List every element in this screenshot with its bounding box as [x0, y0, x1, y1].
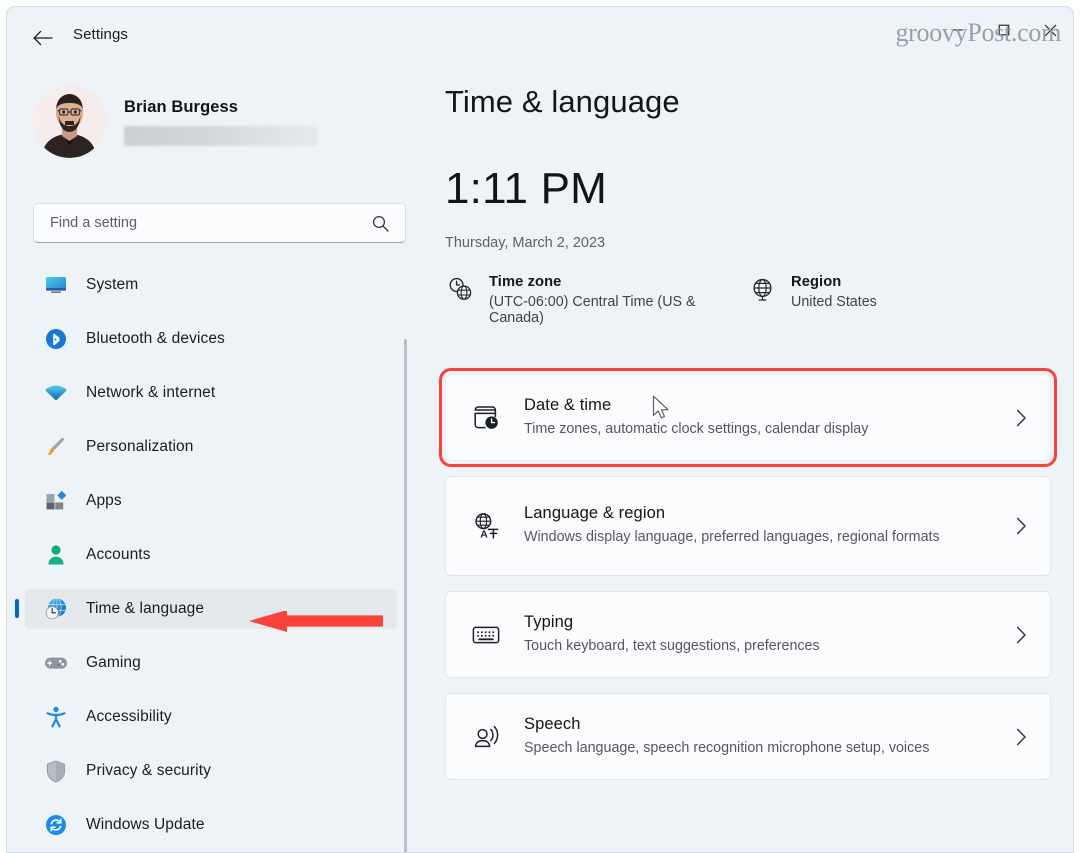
card-date-time[interactable]: Date & time Time zones, automatic clock … — [439, 368, 1057, 467]
settings-card-list: Date & time Time zones, automatic clock … — [439, 368, 1057, 795]
clock-globe-icon — [43, 597, 69, 621]
svg-text:A: A — [480, 529, 488, 540]
sidebar-item-accounts[interactable]: Accounts — [25, 535, 397, 575]
sidebar-item-label: Accounts — [86, 546, 151, 563]
settings-window: Settings groovyPost.com Brian Burgess Fi… — [6, 6, 1074, 853]
back-arrow-icon — [33, 30, 53, 46]
chevron-right-icon[interactable] — [1008, 517, 1034, 535]
bluetooth-icon — [43, 327, 69, 351]
maximize-button[interactable] — [981, 7, 1027, 53]
monitor-icon — [43, 273, 69, 297]
back-button[interactable] — [25, 21, 61, 55]
sidebar-item-label: Network & internet — [86, 384, 216, 401]
keyboard-icon — [470, 624, 502, 646]
close-button[interactable] — [1027, 7, 1073, 53]
summary-item-time-zone: Time zone (UTC-06:00) Central Time (US &… — [445, 274, 747, 326]
sidebar-item-label: System — [86, 276, 139, 293]
calendar-clock-icon — [470, 404, 502, 431]
profile-name: Brian Burgess — [124, 97, 239, 116]
globe-translate-icon: A — [470, 512, 502, 540]
avatar — [33, 85, 106, 158]
card-language-region[interactable]: A Language & region Windows display lang… — [445, 476, 1051, 576]
summary-item-region: Region United States — [747, 274, 1049, 326]
close-icon — [1044, 24, 1056, 36]
person-icon — [43, 543, 69, 567]
app-title: Settings — [73, 26, 128, 43]
summary-text: Region United States — [791, 274, 877, 310]
page-title: Time & language — [445, 84, 680, 119]
shield-icon — [43, 759, 69, 783]
sidebar-item-label: Windows Update — [86, 816, 205, 833]
sidebar-item-windows-update[interactable]: Windows Update — [25, 805, 397, 845]
card-title: Speech — [524, 714, 581, 733]
sidebar-item-label: Apps — [86, 492, 122, 509]
minimize-icon — [953, 29, 963, 31]
summary-title: Region — [791, 274, 842, 290]
sidebar-nav: System Bluetooth & devices Network & int… — [7, 265, 407, 852]
user-profile[interactable]: Brian Burgess — [33, 85, 318, 158]
sidebar-item-bluetooth-devices[interactable]: Bluetooth & devices — [25, 319, 397, 359]
summary-row: Time zone (UTC-06:00) Central Time (US &… — [445, 274, 1049, 326]
card-body: Typing Touch keyboard, text suggestions,… — [524, 609, 1008, 661]
sidebar-item-system[interactable]: System — [25, 265, 397, 305]
clock-globe-icon — [445, 277, 475, 302]
sidebar-item-gaming[interactable]: Gaming — [25, 643, 397, 683]
current-time: 1:11 PM — [445, 164, 607, 213]
card-title: Language & region — [524, 504, 666, 523]
sidebar-item-label: Privacy & security — [86, 762, 211, 779]
search-box[interactable] — [33, 203, 406, 243]
profile-text: Brian Burgess — [124, 98, 318, 146]
sidebar-item-network-internet[interactable]: Network & internet — [25, 373, 397, 413]
summary-text: Time zone (UTC-06:00) Central Time (US &… — [489, 274, 747, 326]
summary-title: Time zone — [489, 274, 562, 290]
sidebar-item-label: Bluetooth & devices — [86, 330, 225, 347]
card-subtitle: Speech language, speech recognition micr… — [524, 739, 930, 756]
chevron-right-icon[interactable] — [1008, 626, 1034, 644]
screenshot-root: Settings groovyPost.com Brian Burgess Fi… — [0, 0, 1080, 853]
sidebar-item-personalization[interactable]: Personalization — [25, 427, 397, 467]
card-subtitle: Time zones, automatic clock settings, ca… — [524, 420, 869, 437]
current-date: Thursday, March 2, 2023 — [445, 235, 606, 251]
update-icon — [43, 813, 69, 837]
card-speech[interactable]: Speech Speech language, speech recogniti… — [445, 693, 1051, 780]
apps-icon — [43, 489, 69, 513]
sidebar-item-label: Accessibility — [86, 708, 172, 725]
speech-icon — [470, 724, 502, 750]
chevron-right-icon[interactable] — [1008, 728, 1034, 746]
sidebar-item-privacy-security[interactable]: Privacy & security — [25, 751, 397, 791]
sidebar-item-apps[interactable]: Apps — [25, 481, 397, 521]
accessibility-icon — [43, 705, 69, 729]
summary-subtitle: (UTC-06:00) Central Time (US & Canada) — [489, 294, 696, 326]
paintbrush-icon — [43, 435, 69, 459]
globe-icon — [747, 277, 777, 302]
summary-subtitle: United States — [791, 294, 877, 310]
minimize-button[interactable] — [935, 7, 981, 53]
search-input[interactable] — [48, 214, 352, 232]
window-controls — [935, 7, 1073, 53]
card-title: Date & time — [524, 395, 612, 414]
sidebar-item-accessibility[interactable]: Accessibility — [25, 697, 397, 737]
card-subtitle: Touch keyboard, text suggestions, prefer… — [524, 637, 820, 654]
sidebar-item-time-language[interactable]: Time & language — [15, 589, 397, 629]
gamepad-icon — [43, 651, 69, 675]
wifi-icon — [43, 381, 69, 405]
sidebar-item-label: Gaming — [86, 654, 141, 671]
title-bar: Settings groovyPost.com — [7, 7, 1073, 69]
sidebar: Brian Burgess Find a setting System Blue… — [7, 69, 407, 852]
profile-email-redacted — [124, 125, 318, 146]
card-typing[interactable]: Typing Touch keyboard, text suggestions,… — [445, 591, 1051, 678]
card-body: Speech Speech language, speech recogniti… — [524, 711, 1008, 763]
chevron-right-icon[interactable] — [1008, 409, 1034, 427]
sidebar-item-label: Personalization — [86, 438, 194, 455]
card-subtitle: Windows display language, preferred lang… — [524, 529, 940, 546]
maximize-icon — [998, 24, 1010, 36]
card-title: Typing — [524, 612, 574, 631]
main-content: Time & language 1:11 PM Thursday, March … — [407, 69, 1073, 852]
avatar-photo-icon — [33, 85, 106, 158]
card-body: Language & region Windows display langua… — [524, 500, 1008, 552]
search-icon — [372, 215, 389, 237]
sidebar-item-label: Time & language — [86, 600, 205, 617]
card-body: Date & time Time zones, automatic clock … — [524, 392, 1008, 444]
